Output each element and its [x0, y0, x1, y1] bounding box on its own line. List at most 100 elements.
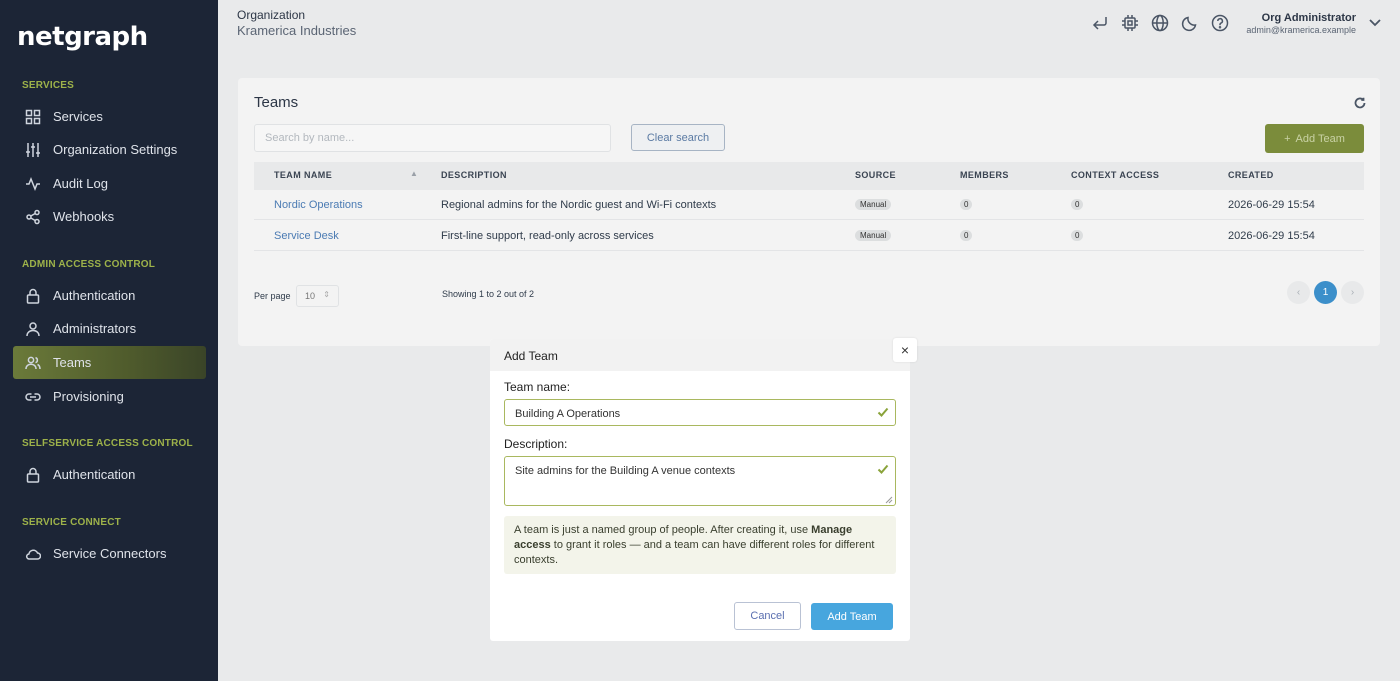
team-name-field[interactable]: Building A Operations [504, 399, 896, 426]
user-name[interactable]: Org Administrator [1262, 12, 1356, 24]
description-label: Description: [504, 437, 568, 451]
select-arrows-icon: ⇕ [323, 290, 330, 299]
modal-title: Add Team [504, 349, 558, 363]
refresh-icon[interactable] [1354, 96, 1366, 109]
team-name-link[interactable]: Nordic Operations [274, 199, 363, 211]
column-members[interactable]: MEMBERS [960, 170, 1009, 180]
pagination: ‹ 1 › [1287, 281, 1364, 304]
team-name-link[interactable]: Service Desk [274, 230, 339, 242]
created-date: 2026-06-29 15:54 [1228, 230, 1315, 242]
search-input[interactable] [254, 124, 611, 152]
info-note: A team is just a named group of people. … [504, 516, 896, 574]
description-value: Site admins for the Building A venue con… [515, 465, 736, 477]
check-icon [877, 463, 889, 475]
column-context-access[interactable]: CONTEXT ACCESS [1071, 170, 1159, 180]
resize-handle-icon[interactable] [885, 495, 893, 504]
column-source[interactable]: SOURCE [855, 170, 896, 180]
team-name-value: Building A Operations [515, 408, 621, 420]
sidebar-item-label: Service Connectors [53, 546, 167, 561]
sidebar-item-selfservice-authentication[interactable]: Authentication [13, 458, 206, 491]
topbar-icons [1090, 13, 1230, 33]
cancel-button[interactable]: Cancel [734, 602, 801, 630]
members-count-badge: 0 [960, 230, 973, 241]
sidebar-item-administrators[interactable]: Administrators [13, 312, 206, 345]
sidebar-item-teams[interactable]: Teams [13, 346, 206, 379]
column-created[interactable]: CREATED [1228, 170, 1274, 180]
table-header: TEAM NAME ▲ DESCRIPTION SOURCE MEMBERS C… [254, 162, 1364, 190]
org-label: Organization [237, 8, 306, 22]
sidebar-item-label: Services [53, 109, 103, 124]
pagination-summary: Showing 1 to 2 out of 2 [442, 289, 535, 299]
section-title-service-connect: SERVICE CONNECT [22, 517, 121, 528]
chevron-right-icon: › [1350, 287, 1355, 298]
grid-icon [25, 109, 41, 125]
netgraph-logo[interactable]: netgraph [17, 22, 148, 52]
table-row: Service Desk First-line support, read-on… [254, 221, 1364, 251]
per-page-label: Per page [254, 291, 291, 301]
sidebar-item-label: Audit Log [53, 176, 108, 191]
sidebar-item-service-connectors[interactable]: Service Connectors [13, 537, 206, 570]
previous-page-button[interactable]: ‹ [1287, 281, 1310, 304]
per-page-select[interactable]: 10 ⇕ [296, 285, 339, 307]
sidebar-item-organization-settings[interactable]: Organization Settings [13, 133, 206, 166]
activity-icon [25, 176, 41, 192]
add-team-modal: Add Team Team name: Building A Operation… [490, 339, 910, 641]
page-title: Teams [254, 94, 299, 111]
sidebar-item-webhooks[interactable]: Webhooks [13, 200, 206, 233]
plus-icon: + [1284, 132, 1291, 145]
next-page-button[interactable]: › [1341, 281, 1364, 304]
moon-icon[interactable] [1180, 13, 1200, 33]
description-field[interactable]: Site admins for the Building A venue con… [504, 456, 896, 506]
users-icon [25, 355, 41, 371]
lock-icon [25, 467, 41, 483]
cloud-icon [25, 546, 41, 562]
section-title-services: SERVICES [22, 80, 74, 91]
chevron-down-icon[interactable] [1368, 16, 1382, 30]
page-button[interactable]: 1 [1314, 281, 1337, 304]
column-description[interactable]: DESCRIPTION [441, 170, 507, 180]
source-badge: Manual [855, 199, 892, 210]
team-name-label: Team name: [504, 380, 571, 394]
table-row: Nordic Operations Regional admins for th… [254, 190, 1364, 220]
check-icon [877, 406, 889, 418]
column-team-name[interactable]: TEAM NAME [274, 170, 332, 180]
per-page-value: 10 [305, 291, 316, 301]
user-email: admin@kramerica.example [1246, 25, 1356, 35]
team-description: First-line support, read-only across ser… [441, 230, 654, 242]
sliders-icon [25, 142, 41, 158]
sidebar-item-label: Authentication [53, 288, 136, 303]
teams-card: Teams Clear search + Add Team TEAM NAME … [238, 78, 1380, 346]
submit-add-team-button[interactable]: Add Team [811, 603, 893, 630]
org-name[interactable]: Kramerica Industries [237, 23, 356, 38]
help-icon[interactable] [1210, 13, 1230, 33]
context-access-badge: 0 [1071, 230, 1084, 241]
section-title-admin-access-control: ADMIN ACCESS CONTROL [22, 259, 156, 270]
sidebar-item-provisioning[interactable]: Provisioning [13, 380, 206, 413]
sort-icon[interactable]: ▲ [410, 169, 418, 178]
sidebar-item-label: Teams [53, 355, 92, 370]
close-icon[interactable]: × [893, 338, 917, 362]
lock-icon [25, 288, 41, 304]
sidebar-item-label: Administrators [53, 321, 137, 336]
info-text-post: to grant it roles — and a team can have … [514, 539, 875, 566]
return-icon[interactable] [1090, 13, 1110, 33]
globe-icon[interactable] [1150, 13, 1170, 33]
topbar: Organization Kramerica Industries Org Ad… [218, 0, 1400, 46]
chip-icon[interactable] [1120, 13, 1140, 33]
sidebar-item-authentication[interactable]: Authentication [13, 279, 206, 312]
link-icon [25, 389, 41, 405]
chevron-left-icon: ‹ [1296, 287, 1301, 298]
context-access-badge: 0 [1071, 199, 1084, 210]
sidebar-item-services[interactable]: Services [13, 100, 206, 133]
members-count-badge: 0 [960, 199, 973, 210]
sidebar-item-label: Organization Settings [53, 142, 178, 157]
section-title-selfservice-access-control: SELFSERVICE ACCESS CONTROL [22, 438, 193, 449]
add-team-button[interactable]: + Add Team [1265, 124, 1364, 153]
clear-search-button[interactable]: Clear search [631, 124, 725, 151]
sidebar-item-label: Webhooks [53, 209, 115, 224]
created-date: 2026-06-29 15:54 [1228, 199, 1315, 211]
sidebar-item-label: Authentication [53, 467, 136, 482]
sidebar-item-audit-log[interactable]: Audit Log [13, 167, 206, 200]
sidebar: netgraph SERVICES Services Organization … [0, 0, 218, 681]
modal-header: Add Team [490, 339, 910, 371]
